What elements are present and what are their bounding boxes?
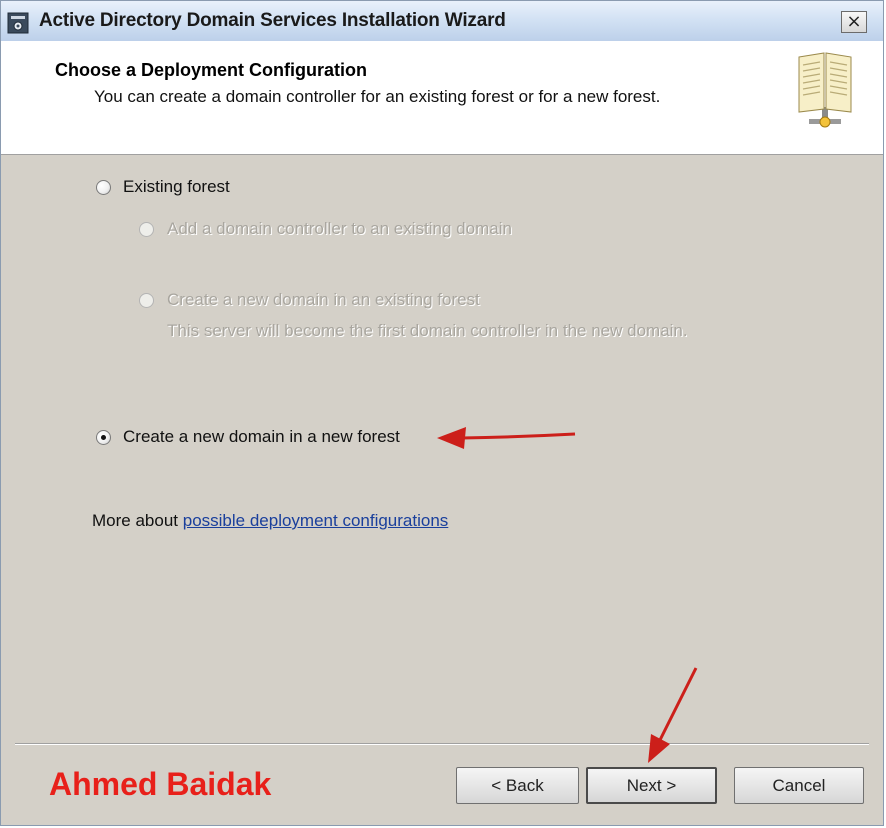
new-domain-existing-forest-desc: This server will become the first domain… bbox=[167, 321, 688, 340]
existing-forest-label[interactable]: Existing forest bbox=[123, 177, 230, 197]
close-button[interactable]: × bbox=[841, 11, 867, 33]
next-button[interactable]: Next > bbox=[586, 767, 717, 804]
deployment-configurations-link[interactable]: possible deployment configurations bbox=[183, 511, 449, 530]
back-button[interactable]: < Back bbox=[456, 767, 579, 804]
add-dc-label: Add a domain controller to an existing d… bbox=[167, 219, 512, 238]
window-title: Active Directory Domain Services Install… bbox=[39, 10, 506, 31]
app-icon bbox=[7, 12, 29, 34]
more-about-prefix: More about bbox=[92, 511, 183, 530]
page-title: Choose a Deployment Configuration bbox=[55, 60, 368, 80]
wizard-window: Active Directory Domain Services Install… bbox=[0, 0, 884, 826]
wizard-header: Choose a Deployment Configuration You ca… bbox=[1, 41, 883, 155]
book-icon bbox=[798, 52, 852, 128]
new-forest-radio[interactable] bbox=[96, 430, 111, 445]
close-icon: × bbox=[846, 11, 862, 32]
title-bar[interactable]: Active Directory Domain Services Install… bbox=[1, 1, 883, 42]
new-domain-existing-forest-radio bbox=[139, 293, 154, 308]
cancel-button[interactable]: Cancel bbox=[734, 767, 864, 804]
add-dc-radio bbox=[139, 222, 154, 237]
new-forest-label[interactable]: Create a new domain in a new forest bbox=[123, 427, 400, 447]
existing-forest-radio[interactable] bbox=[96, 180, 111, 195]
footer-separator bbox=[15, 743, 869, 745]
author-watermark: Ahmed Baidak bbox=[49, 766, 272, 802]
new-domain-existing-forest-label: Create a new domain in an existing fores… bbox=[167, 290, 480, 309]
page-subtitle: You can create a domain controller for a… bbox=[94, 87, 661, 106]
more-about-text: More about possible deployment configura… bbox=[92, 511, 448, 531]
